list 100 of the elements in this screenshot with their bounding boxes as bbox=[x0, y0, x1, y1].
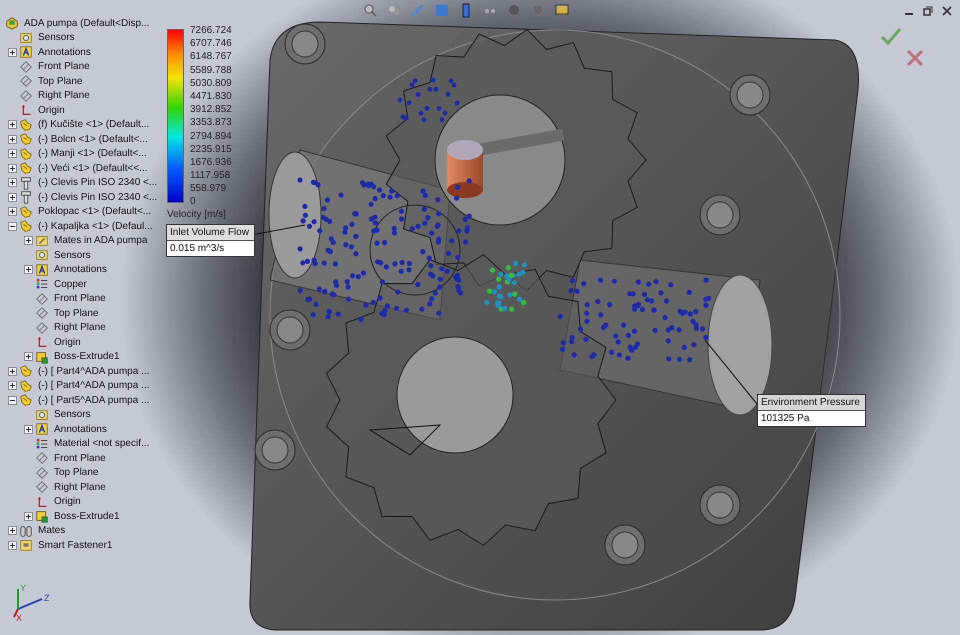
tree-item[interactable]: (-) Bolcn <1> (Default<... bbox=[37, 134, 149, 145]
tree-item[interactable]: (f) Kučište <1> (Default... bbox=[37, 119, 150, 130]
scale-value: 6707.746 bbox=[190, 37, 232, 50]
tree-item[interactable]: Top Plane bbox=[53, 308, 100, 319]
scale-value: 6148.767 bbox=[190, 50, 232, 64]
scale-value: 4471.830 bbox=[190, 90, 232, 104]
origin-axes-icon bbox=[35, 335, 49, 350]
expand-toggle-icon[interactable] bbox=[8, 207, 17, 216]
part-icon bbox=[19, 118, 33, 132]
tree-item[interactable]: Origin bbox=[37, 104, 66, 116]
scale-value: 558.979 bbox=[190, 182, 228, 196]
expand-toggle-icon[interactable] bbox=[8, 134, 17, 144]
expand-toggle-icon[interactable] bbox=[24, 352, 33, 362]
tree-item[interactable]: (-) Veći <1> (Default<<... bbox=[37, 162, 148, 174]
expand-toggle-icon[interactable] bbox=[24, 265, 33, 274]
tree-item[interactable]: Annotations bbox=[53, 424, 108, 435]
tree-item[interactable]: (-) [ Part5^ADA pumpa ... bbox=[37, 394, 150, 406]
tree-item[interactable]: Front Plane bbox=[37, 61, 91, 72]
tree-item[interactable]: Sensors bbox=[53, 250, 92, 261]
tree-item[interactable]: Top Plane bbox=[37, 76, 84, 87]
expand-toggle-icon[interactable] bbox=[8, 192, 17, 202]
tree-item[interactable]: Sensors bbox=[53, 409, 92, 420]
tree-item[interactable]: Boss-Extrude1 bbox=[53, 510, 121, 522]
part-icon bbox=[19, 204, 33, 219]
expand-toggle-icon[interactable] bbox=[8, 164, 17, 173]
tree-item[interactable]: Right Plane bbox=[53, 322, 107, 334]
material-icon bbox=[35, 277, 49, 292]
annotation-icon bbox=[35, 262, 49, 277]
plane-icon bbox=[35, 466, 49, 480]
part-icon bbox=[19, 132, 33, 146]
expand-toggle-icon[interactable] bbox=[8, 366, 17, 376]
collapse-toggle-icon[interactable] bbox=[8, 396, 17, 405]
tree-item[interactable]: Boss-Extrude1 bbox=[53, 351, 121, 362]
expand-toggle-icon[interactable] bbox=[24, 424, 33, 434]
origin-axes-icon bbox=[35, 494, 49, 509]
plane-icon bbox=[35, 292, 49, 306]
annotation-icon bbox=[35, 422, 49, 436]
leader-line bbox=[704, 340, 758, 404]
sensor-folder-icon bbox=[35, 248, 49, 262]
part-icon bbox=[19, 364, 33, 378]
scale-value: 5030.809 bbox=[190, 76, 232, 90]
expand-toggle-icon[interactable] bbox=[8, 149, 17, 158]
scale-value: 3912.852 bbox=[190, 103, 232, 116]
callout-title: Inlet Volume Flow bbox=[167, 225, 254, 241]
close-icon[interactable] bbox=[942, 6, 952, 16]
legend-title: Velocity [m/s] bbox=[167, 208, 227, 220]
expand-toggle-icon[interactable] bbox=[8, 540, 17, 550]
extrude-feature-icon bbox=[35, 350, 49, 364]
tree-item[interactable]: (-) Manji <1> (Default<... bbox=[37, 148, 148, 160]
scale-value: 2235.915 bbox=[190, 142, 232, 156]
tree-item[interactable]: Sensors bbox=[37, 32, 76, 44]
tree-item[interactable]: Origin bbox=[53, 496, 82, 508]
expand-toggle-icon[interactable] bbox=[8, 48, 17, 57]
collapse-toggle-icon[interactable] bbox=[8, 222, 17, 231]
part-icon bbox=[19, 146, 33, 161]
tree-item[interactable]: Annotations bbox=[37, 46, 92, 58]
check-icon[interactable] bbox=[880, 26, 902, 46]
plane-icon bbox=[19, 88, 33, 103]
tree-item[interactable]: (-) Clevis Pin ISO 2340 <... bbox=[37, 192, 158, 203]
tree-item[interactable]: Mates in ADA pumpa bbox=[53, 235, 148, 246]
monitor-icon[interactable] bbox=[554, 2, 570, 18]
tree-item[interactable]: (-) Kapaljka <1> (Defaul... bbox=[37, 220, 154, 232]
scale-value: 1117.958 bbox=[190, 169, 232, 182]
tree-item[interactable]: Front Plane bbox=[53, 293, 107, 304]
tree-item[interactable]: (-) Clevis Pin ISO 2340 <... bbox=[37, 177, 158, 188]
tree-item[interactable]: Front Plane bbox=[53, 452, 107, 464]
axis-label: Y bbox=[20, 583, 26, 593]
tree-item[interactable]: Poklopac <1> (Default<... bbox=[37, 206, 152, 218]
origin-axes-icon bbox=[19, 103, 33, 118]
tree-item[interactable]: (-) [ Part4^ADA pumpa ... bbox=[37, 366, 150, 377]
part-icon bbox=[19, 161, 33, 176]
tree-item[interactable]: Right Plane bbox=[37, 90, 91, 102]
tree-item[interactable]: Copper bbox=[53, 278, 88, 290]
tree-item[interactable]: ADA pumpa (Default<Disp... bbox=[23, 18, 150, 29]
expand-toggle-icon[interactable] bbox=[8, 120, 17, 130]
fastener-folder-icon bbox=[19, 538, 33, 552]
plane-icon bbox=[35, 480, 49, 494]
scale-value: 5589.788 bbox=[190, 64, 232, 77]
expand-toggle-icon[interactable] bbox=[8, 381, 17, 390]
scale-value: 1676.936 bbox=[190, 156, 232, 170]
tree-item[interactable]: Smart Fastener1 bbox=[37, 540, 114, 551]
tree-item[interactable]: Material <not specif... bbox=[53, 438, 150, 450]
tree-item[interactable]: Mates bbox=[37, 525, 66, 536]
annotation-icon bbox=[19, 45, 33, 60]
plane-icon bbox=[35, 306, 49, 320]
expand-toggle-icon[interactable] bbox=[24, 236, 33, 246]
expand-toggle-icon[interactable] bbox=[8, 526, 17, 536]
tree-item[interactable]: Annotations bbox=[53, 264, 108, 276]
restore-icon[interactable] bbox=[923, 6, 933, 16]
tree-item[interactable]: Origin bbox=[53, 336, 82, 348]
scale-value: 7266.724 bbox=[190, 24, 232, 38]
tree-item[interactable]: Top Plane bbox=[53, 467, 100, 478]
zoom-icon[interactable] bbox=[362, 2, 378, 18]
expand-toggle-icon[interactable] bbox=[24, 512, 33, 521]
expand-toggle-icon[interactable] bbox=[8, 178, 17, 188]
tree-item[interactable]: Right Plane bbox=[53, 482, 107, 493]
mates-icon bbox=[19, 524, 33, 538]
part-icon bbox=[19, 378, 33, 393]
sensor-folder-icon bbox=[19, 30, 33, 45]
tree-item[interactable]: (-) [ Part4^ADA pumpa ... bbox=[37, 380, 150, 392]
